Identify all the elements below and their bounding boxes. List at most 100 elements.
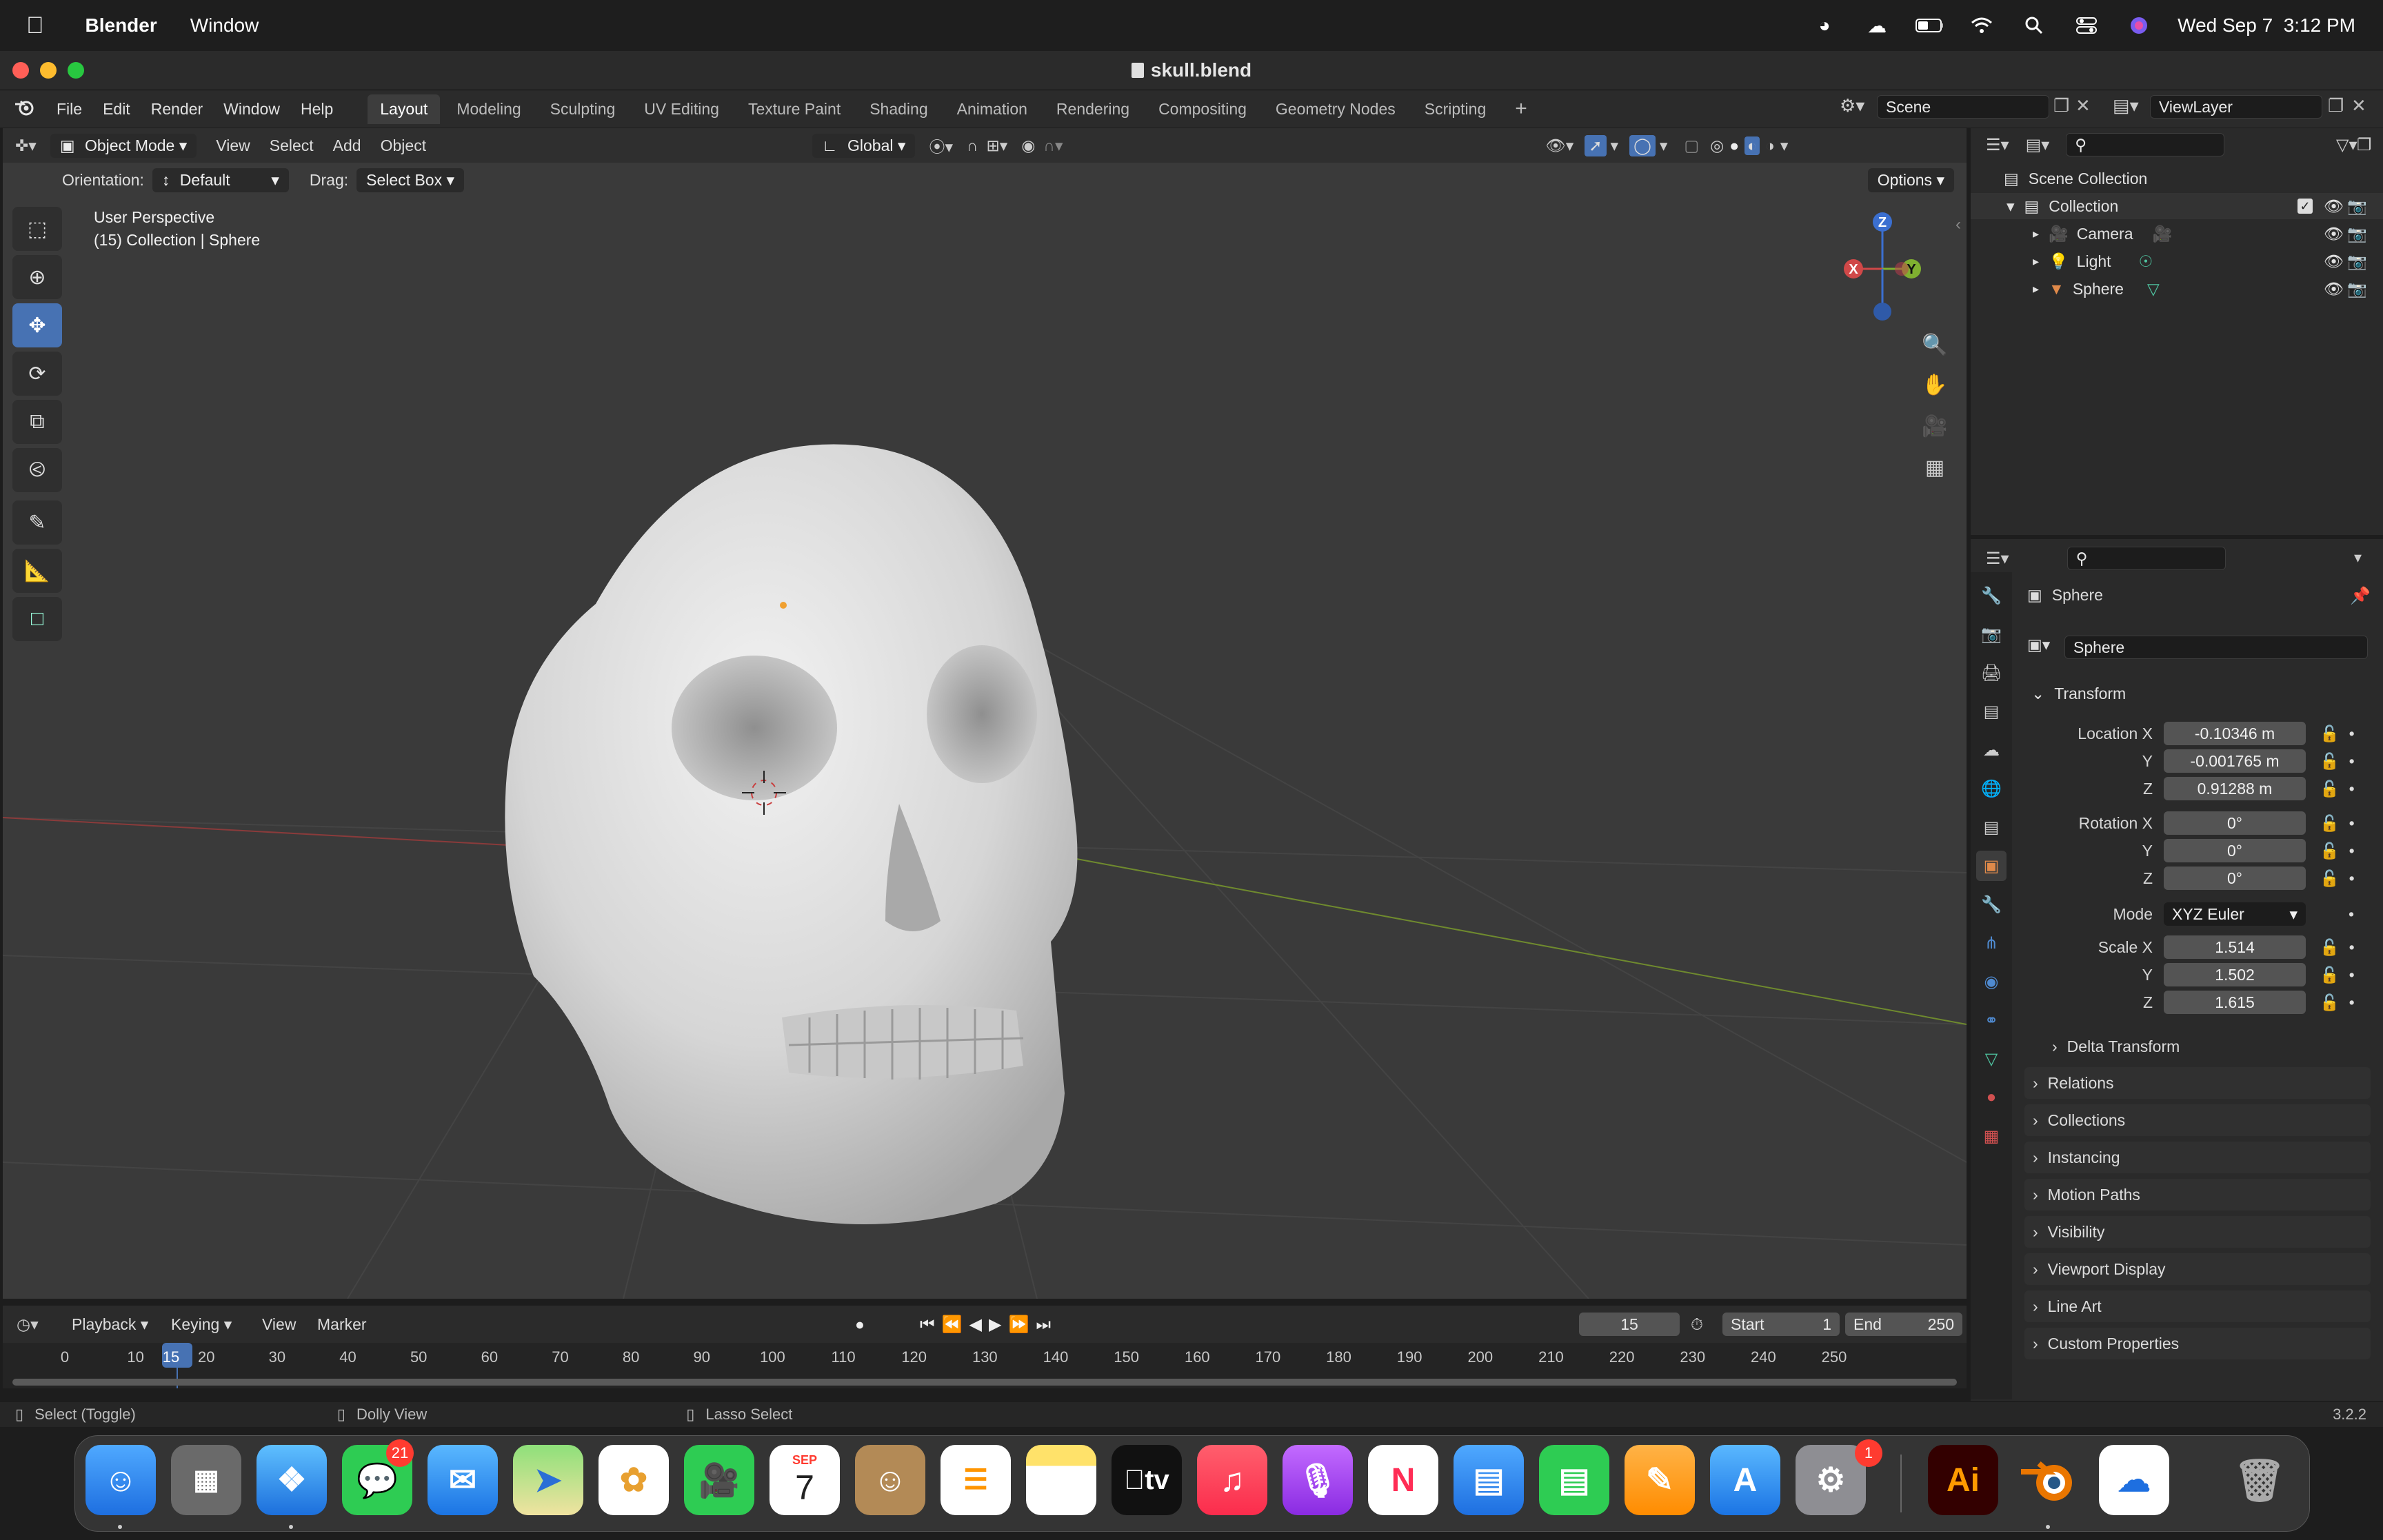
editor-type-icon[interactable]: ✜▾ (15, 136, 37, 155)
finder-icon[interactable]: ☺ (86, 1445, 156, 1515)
menubar-clock[interactable]: Wed Sep 7 3:12 PM (2178, 14, 2355, 37)
pivot-point-icon[interactable]: ⦿▾ (929, 134, 953, 157)
scale-y-field[interactable]: 1.502 (2164, 963, 2306, 986)
scene-tab-icon[interactable]: ☁ (1976, 735, 2007, 765)
annotate-tool[interactable]: ✎ (12, 500, 62, 545)
options-dropdown[interactable]: Options ▾ (1867, 168, 1954, 192)
sidebar-toggle-icon[interactable]: ‹ (1955, 215, 1961, 234)
navigation-gizmo[interactable]: Z X Y (1841, 207, 1924, 324)
viewport-menu-object[interactable]: Object (381, 136, 426, 155)
app-store-icon[interactable]: A (1710, 1445, 1780, 1515)
select-box-tool[interactable]: ⬚ (12, 207, 62, 251)
properties-options-icon[interactable]: ▾ (2354, 549, 2362, 567)
add-cube-tool[interactable]: □ (12, 597, 62, 641)
zoom-view-icon[interactable]: 🔍 (1916, 325, 1954, 364)
scale-x-field[interactable]: 1.514 (2164, 935, 2306, 959)
spotlight-icon[interactable] (2020, 14, 2048, 37)
proportional-edit-icon[interactable]: ◉ (1021, 136, 1035, 155)
control-center-icon[interactable] (2073, 14, 2100, 37)
siri-icon[interactable] (2125, 14, 2153, 37)
camera-view-icon[interactable]: 🎥 (1916, 407, 1954, 445)
sphere-render-icon[interactable]: 📷 (2347, 280, 2367, 298)
outliner-row-camera[interactable]: ▸ 🎥 Camera 🎥 👁 📷 (1971, 221, 2383, 247)
trash-icon[interactable]: 🗑 (2224, 1445, 2295, 1515)
modifier-tab-icon[interactable]: 🔧 (1976, 889, 2007, 920)
xray-toggle-icon[interactable]: ▢ (1684, 136, 1699, 155)
rotation-z-keyframe-icon[interactable]: • (2349, 869, 2355, 888)
scale-x-keyframe-icon[interactable]: • (2349, 938, 2355, 957)
collections-panel[interactable]: › Collections (2024, 1104, 2371, 1136)
shading-options-dropdown-icon[interactable]: ▾ (1780, 136, 1789, 155)
play-reverse-icon[interactable]: ◀ (969, 1315, 989, 1334)
custom-properties-panel[interactable]: › Custom Properties (2024, 1328, 2371, 1359)
overlays-toggle-icon[interactable]: ◯ (1629, 134, 1656, 156)
properties-search-input[interactable]: ⚲ (2067, 547, 2226, 570)
pin-icon[interactable]: 📌 (2350, 586, 2371, 606)
viewlayer-selector[interactable]: ViewLayer (2150, 95, 2322, 119)
scale-z-lock-icon[interactable]: 🔓 (2320, 993, 2340, 1012)
rotation-x-keyframe-icon[interactable]: • (2349, 814, 2355, 833)
scale-y-lock-icon[interactable]: 🔓 (2320, 966, 2340, 984)
overlays-dropdown-icon[interactable]: ▾ (1660, 136, 1668, 155)
tab-layout[interactable]: Layout (368, 94, 441, 124)
apple-tv-icon[interactable]: tv (1112, 1445, 1182, 1515)
sphere-visibility-icon[interactable]: 👁 (2324, 280, 2344, 298)
rotation-y-lock-icon[interactable]: 🔓 (2320, 842, 2340, 860)
pan-view-icon[interactable]: ✋ (1916, 365, 1954, 404)
texture-tab-icon[interactable]: ▦ (1976, 1121, 2007, 1151)
outliner-row-light[interactable]: ▸ 💡 Light ☉ 👁 📷 (1971, 248, 2383, 274)
timeline-menu-playback[interactable]: Playback ▾ (72, 1315, 148, 1334)
tab-compositing[interactable]: Compositing (1146, 94, 1259, 124)
tab-rendering[interactable]: Rendering (1044, 94, 1142, 124)
scale-z-field[interactable]: 1.615 (2164, 991, 2306, 1014)
gizmo-y-label[interactable]: Y (1907, 262, 1916, 277)
skull-mesh[interactable] (505, 444, 1078, 1224)
location-z-keyframe-icon[interactable]: • (2349, 780, 2355, 798)
object-datablock-icon[interactable]: ▣▾ (2027, 636, 2050, 654)
safari-icon[interactable]: ❖ (257, 1445, 327, 1515)
output-tab-icon[interactable]: 🖨 (1976, 658, 2007, 688)
location-z-field[interactable]: 0.91288 m (2164, 777, 2306, 800)
location-y-lock-icon[interactable]: 🔓 (2320, 752, 2340, 771)
new-viewlayer-icon[interactable]: ❐ (2328, 95, 2344, 116)
scale-x-lock-icon[interactable]: 🔓 (2320, 938, 2340, 957)
outliner-row-sphere[interactable]: ▸ ▼ Sphere ▽ 👁 📷 (1971, 276, 2383, 302)
rotation-y-keyframe-icon[interactable]: • (2349, 842, 2355, 860)
menu-window[interactable]: Window (223, 100, 280, 119)
object-tab-icon[interactable]: ▣ (1976, 851, 2007, 881)
timeline-editor-icon[interactable]: ◷▾ (17, 1315, 39, 1334)
shading-wireframe-icon[interactable]: ◎ (1710, 136, 1724, 155)
timeline-scrollbar[interactable] (12, 1379, 1957, 1386)
cursor-tool[interactable]: ⊕ (12, 255, 62, 299)
podcasts-icon[interactable]: 🎙 (1283, 1445, 1353, 1515)
outliner-row-collection[interactable]: ▾ ▤ Collection ✓ 👁 📷 (1971, 193, 2383, 219)
line-art-panel[interactable]: › Line Art (2024, 1290, 2371, 1322)
rotation-x-field[interactable]: 0° (2164, 811, 2306, 835)
news-icon[interactable]: N (1368, 1445, 1438, 1515)
scale-z-keyframe-icon[interactable]: • (2349, 993, 2355, 1012)
transform-orientation-dropdown[interactable]: ∟ Global ▾ (812, 133, 916, 158)
outliner-row-scene-collection[interactable]: ▤ Scene Collection (1971, 165, 2383, 192)
properties-editor-icon[interactable]: ☰▾ (1986, 549, 2009, 569)
collection-visibility-icon[interactable]: 👁 (2324, 197, 2344, 216)
mode-selector[interactable]: ▣ Object Mode ▾ (50, 133, 197, 158)
proportional-falloff-icon[interactable]: ∩▾ (1043, 136, 1063, 155)
tab-geometry-nodes[interactable]: Geometry Nodes (1263, 94, 1408, 124)
menu-render[interactable]: Render (151, 100, 203, 119)
illustrator-icon[interactable]: Ai (1928, 1445, 1998, 1515)
blender-dock-icon[interactable] (2013, 1445, 2084, 1515)
data-tab-icon[interactable]: ▽ (1976, 1044, 2007, 1074)
numbers-icon[interactable]: ▤ (1539, 1445, 1609, 1515)
move-tool[interactable]: ✥ (12, 303, 62, 347)
rotate-tool[interactable]: ⟳ (12, 352, 62, 396)
scale-y-keyframe-icon[interactable]: • (2349, 966, 2355, 984)
rotation-mode-keyframe-icon[interactable]: • (2349, 905, 2354, 924)
new-collection-icon[interactable]: ❐ (2357, 135, 2372, 155)
mail-icon[interactable]: ✉ (428, 1445, 498, 1515)
relations-panel[interactable]: › Relations (2024, 1067, 2371, 1099)
viewlayer-icon[interactable]: ▤▾ (2113, 95, 2139, 116)
outliner-editor-icon[interactable]: ☰▾ (1986, 135, 2009, 155)
transform-panel-header[interactable]: ⌄ Transform (2024, 680, 2371, 707)
visibility-selectability-icon[interactable]: 👁▾ (1546, 136, 1574, 155)
location-y-keyframe-icon[interactable]: • (2349, 752, 2355, 771)
